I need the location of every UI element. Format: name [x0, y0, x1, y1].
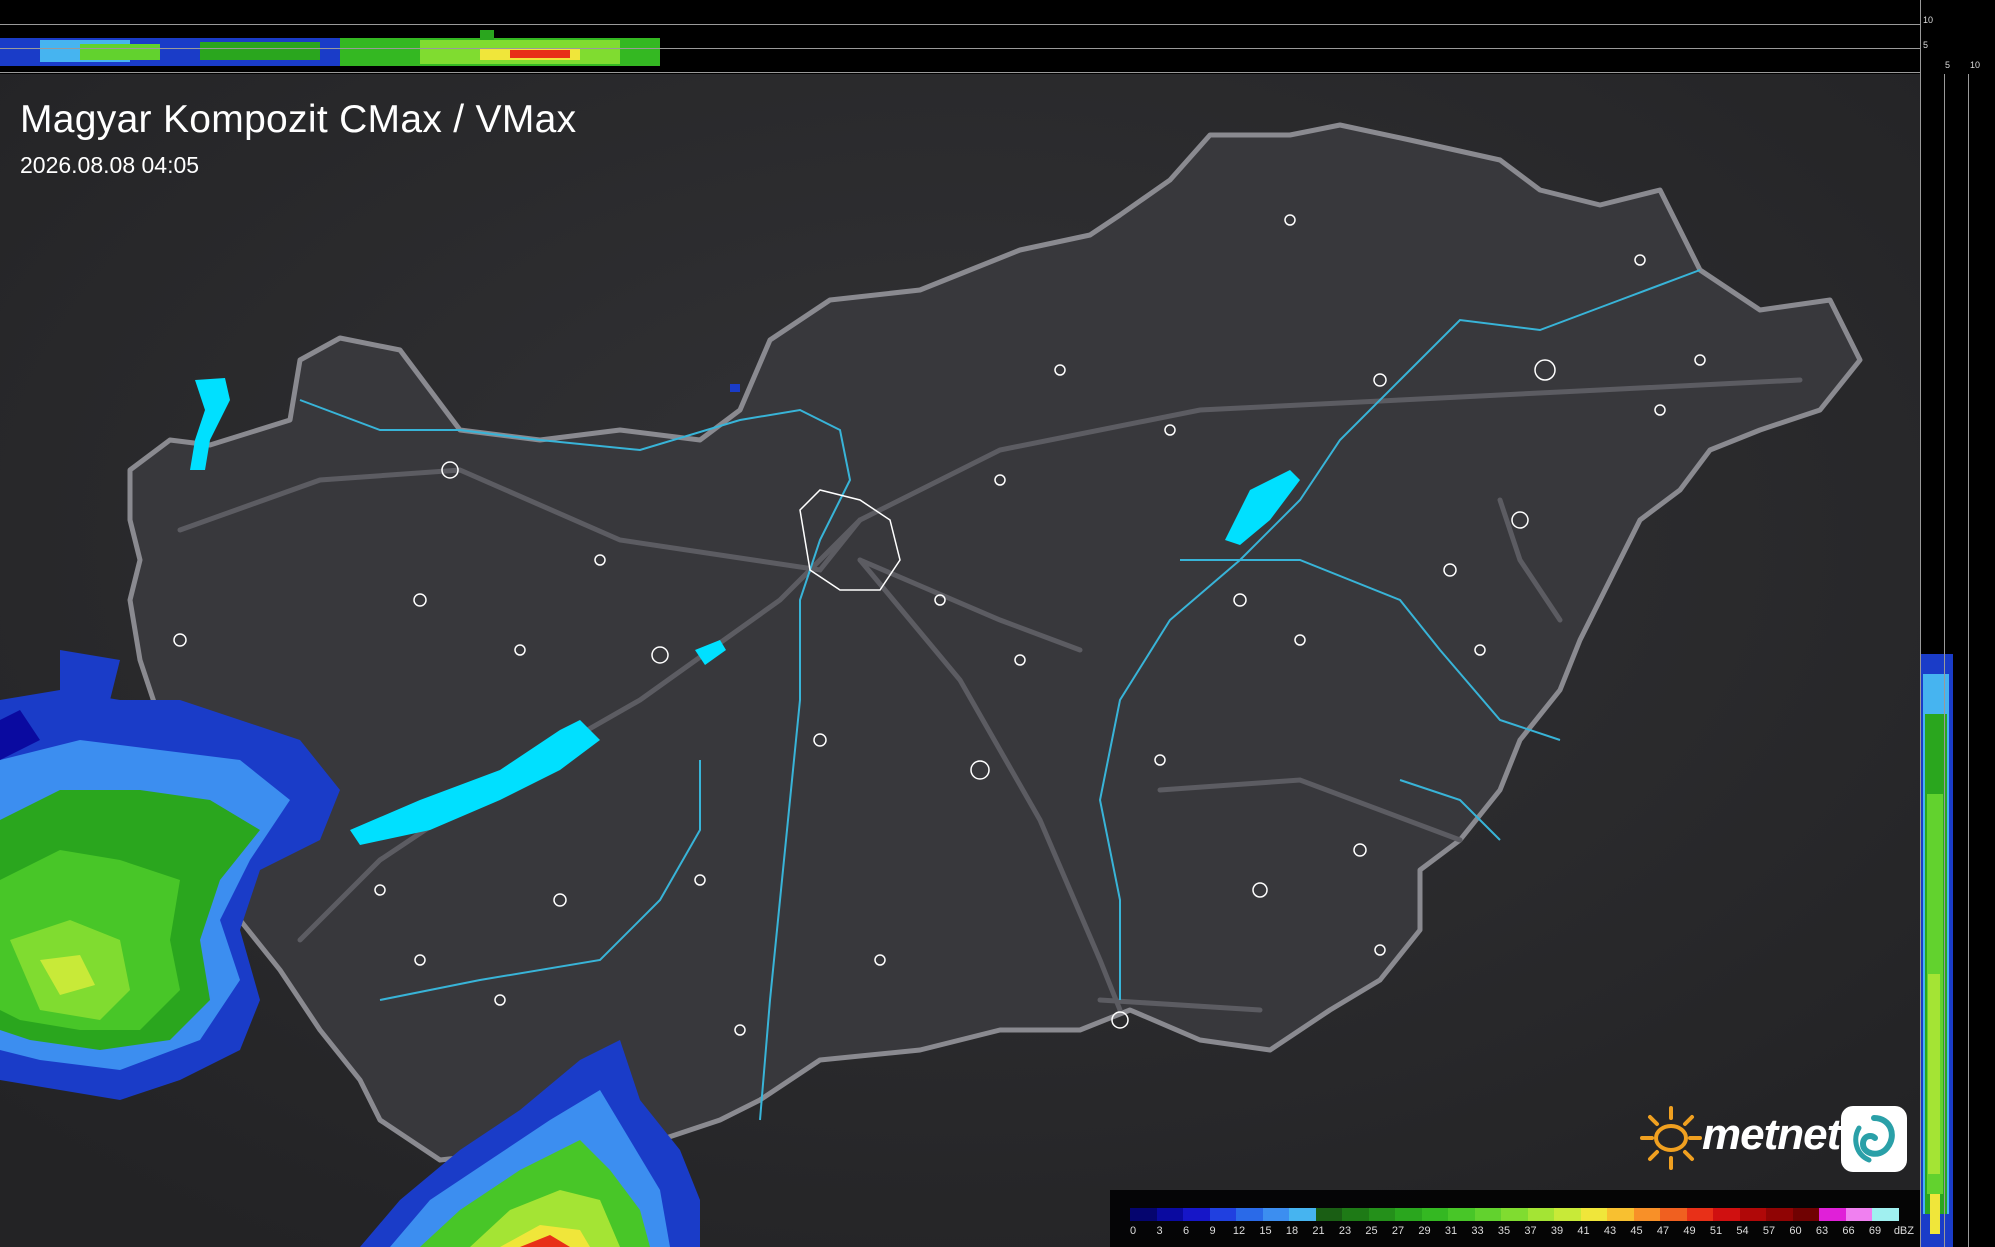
profile-corner: 10 5 5 10 — [1920, 0, 1995, 74]
legend-swatch — [1183, 1208, 1210, 1221]
legend-swatch — [1845, 1208, 1872, 1221]
map-canvas — [0, 74, 1920, 1247]
legend-swatch — [1156, 1208, 1183, 1221]
legend-label: 18 — [1285, 1225, 1299, 1237]
legend-swatch — [1501, 1208, 1528, 1221]
swirl-logo-badge — [1841, 1106, 1907, 1172]
profile-gridline-10km-right — [1968, 74, 1969, 1247]
top-profile-echoes — [0, 30, 660, 66]
legend-label: 45 — [1630, 1225, 1643, 1237]
legend-swatch — [1315, 1208, 1342, 1221]
legend-label: 0 — [1129, 1225, 1137, 1237]
legend-label: 54 — [1736, 1225, 1749, 1237]
profile-gridline-10km — [0, 24, 1920, 25]
legend-label: 51 — [1709, 1225, 1723, 1237]
legend-label: 15 — [1259, 1225, 1272, 1237]
legend-label: 63 — [1815, 1225, 1829, 1237]
legend-label: 29 — [1418, 1225, 1431, 1237]
legend-label: 23 — [1338, 1225, 1352, 1237]
legend-label: 35 — [1497, 1225, 1511, 1237]
top-profile-view — [0, 0, 1920, 74]
right-profile-echoes — [1921, 654, 1953, 1247]
brand-text: metnet — [1702, 1110, 1841, 1159]
legend-label: 33 — [1471, 1225, 1484, 1237]
profile-gridline-5km — [0, 48, 1920, 49]
legend-swatch — [1527, 1208, 1554, 1221]
metnet-logo: metnet — [1636, 1102, 1910, 1174]
legend-swatch — [1580, 1208, 1607, 1221]
sun-logo-icon — [1640, 1106, 1702, 1170]
legend-swatch — [1792, 1208, 1819, 1221]
legend-swatch — [1262, 1208, 1289, 1221]
legend-unit: dBZ — [1893, 1225, 1914, 1237]
legend-swatch — [1421, 1208, 1448, 1221]
legend-swatch — [1633, 1208, 1660, 1221]
legend-label: 49 — [1683, 1225, 1696, 1237]
legend-swatch — [1607, 1208, 1634, 1221]
legend-swatch — [1660, 1208, 1687, 1221]
tick-top-5: 5 — [1923, 40, 1929, 50]
radar-echo-small — [730, 384, 740, 392]
profile-baseline — [0, 72, 1920, 73]
radar-view: 10 5 5 10 Magyar Kompozit CMax / VMax 20… — [0, 0, 1995, 1247]
map-timestamp: 2026.08.08 04:05 — [20, 152, 200, 178]
tick-top-10: 10 — [1923, 15, 1934, 25]
legend-label: 21 — [1312, 1225, 1325, 1237]
legend-swatch — [1686, 1208, 1713, 1221]
legend-label: 66 — [1842, 1225, 1855, 1237]
legend-label: 60 — [1789, 1225, 1802, 1237]
legend-swatch — [1368, 1208, 1395, 1221]
legend-swatch — [1474, 1208, 1501, 1221]
tick-right-5: 5 — [1945, 60, 1951, 70]
legend-label: 69 — [1868, 1225, 1882, 1237]
legend-label: 39 — [1550, 1225, 1564, 1237]
legend-swatch — [1819, 1208, 1846, 1221]
right-profile-view — [1920, 74, 1995, 1247]
dbz-legend: 0 3 6 9 12 15 18 21 23 25 27 29 31 33 35 37 39 41 43 45 47 49… — [1110, 1190, 1920, 1247]
legend-swatch — [1766, 1208, 1793, 1221]
legend-label: 9 — [1209, 1225, 1216, 1237]
legend-label: 43 — [1603, 1225, 1617, 1237]
legend-color-bar — [1130, 1208, 1899, 1221]
map-panel — [0, 74, 1920, 1247]
map-title: Magyar Kompozit CMax / VMax — [20, 98, 577, 141]
legend-label: 41 — [1577, 1225, 1590, 1237]
legend-swatch — [1395, 1208, 1422, 1221]
legend-label: 47 — [1656, 1225, 1670, 1237]
legend-swatch — [1739, 1208, 1766, 1221]
legend-swatch — [1209, 1208, 1236, 1221]
legend-label: 6 — [1182, 1225, 1190, 1237]
profile-baseline-right — [1920, 74, 1921, 1247]
legend-swatch — [1872, 1208, 1899, 1221]
legend-swatch — [1236, 1208, 1263, 1221]
legend-label: 37 — [1524, 1225, 1537, 1237]
legend-label: 31 — [1444, 1225, 1458, 1237]
legend-swatch — [1713, 1208, 1740, 1221]
legend-label: 25 — [1365, 1225, 1378, 1237]
profile-gridline-5km-right — [1944, 74, 1945, 1247]
legend-swatch — [1448, 1208, 1475, 1221]
legend-label: 27 — [1391, 1225, 1405, 1237]
tick-right-10: 10 — [1970, 60, 1981, 70]
legend-label: 3 — [1156, 1225, 1163, 1237]
swirl-logo-icon — [1853, 1115, 1895, 1163]
legend-swatch — [1289, 1208, 1316, 1221]
legend-swatch — [1342, 1208, 1369, 1221]
legend-swatch — [1130, 1208, 1157, 1221]
legend-swatch — [1554, 1208, 1581, 1221]
legend-label: 57 — [1762, 1225, 1776, 1237]
legend-label: 12 — [1232, 1225, 1246, 1237]
